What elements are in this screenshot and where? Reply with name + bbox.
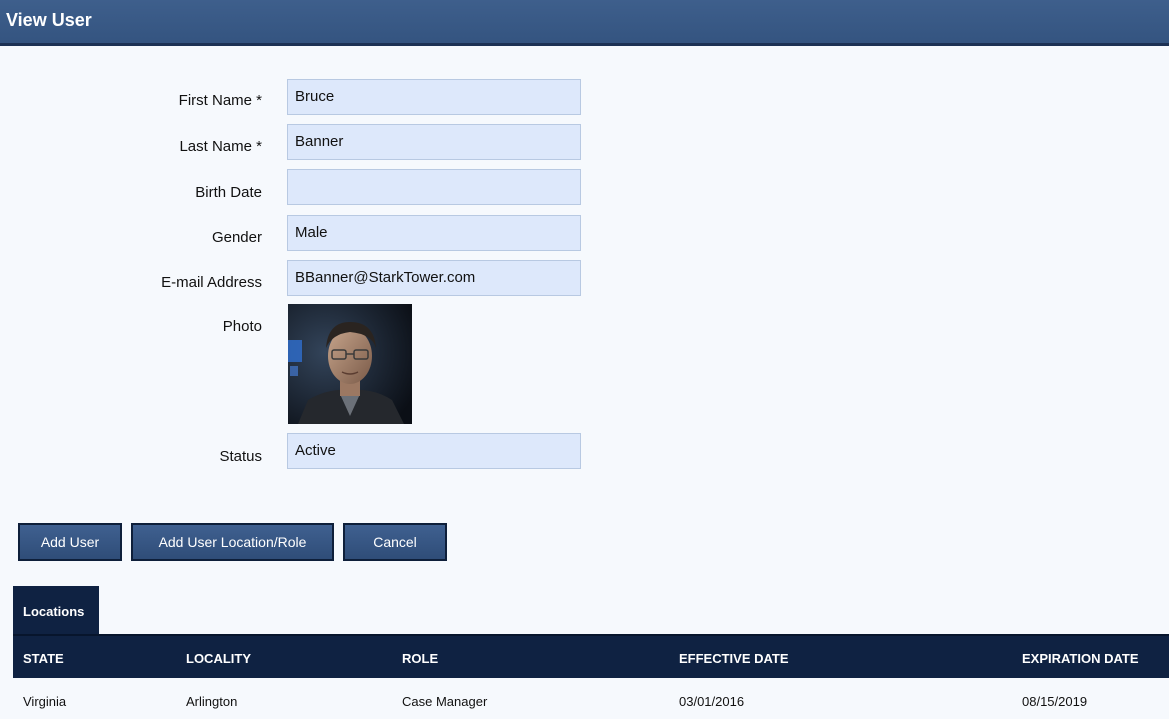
cancel-button[interactable]: Cancel — [343, 523, 447, 561]
gender-label: Gender — [211, 229, 262, 246]
table-cell-effective-date: 03/01/2016 — [679, 694, 745, 709]
column-header-expiration-date[interactable]: EXPIRATION DATE — [1022, 651, 1139, 666]
locations-table-header: STATE LOCALITY ROLE EFFECTIVE DATE EXPIR… — [13, 634, 1169, 678]
photo-label: Photo — [222, 318, 262, 335]
tab-locations[interactable]: Locations — [13, 586, 99, 636]
column-header-role[interactable]: ROLE — [402, 651, 438, 666]
column-header-locality[interactable]: LOCALITY — [186, 651, 251, 666]
status-field[interactable]: Active — [287, 433, 581, 469]
first-name-label: First Name * — [178, 92, 262, 109]
gender-field[interactable]: Male — [287, 215, 581, 251]
email-field[interactable]: BBanner@StarkTower.com — [287, 260, 581, 296]
column-header-state[interactable]: STATE — [23, 651, 64, 666]
email-label: E-mail Address — [161, 274, 262, 291]
add-user-button[interactable]: Add User — [18, 523, 122, 561]
table-cell-expiration-date: 08/15/2019 — [1022, 694, 1088, 709]
title-bar: View User — [0, 0, 1169, 46]
table-cell-role: Case Manager — [402, 694, 488, 709]
add-user-location-role-button[interactable]: Add User Location/Role — [131, 523, 334, 561]
first-name-field[interactable]: Bruce — [287, 79, 581, 115]
table-cell-state: Virginia — [23, 694, 67, 709]
birth-date-field[interactable] — [287, 169, 581, 205]
last-name-label: Last Name * — [179, 138, 262, 155]
birth-date-label: Birth Date — [195, 184, 262, 201]
last-name-field[interactable]: Banner — [287, 124, 581, 160]
status-label: Status — [219, 448, 262, 465]
page-title: View User — [6, 10, 92, 30]
table-cell-locality: Arlington — [186, 694, 238, 709]
user-photo — [288, 304, 412, 424]
column-header-effective-date[interactable]: EFFECTIVE DATE — [679, 651, 789, 666]
